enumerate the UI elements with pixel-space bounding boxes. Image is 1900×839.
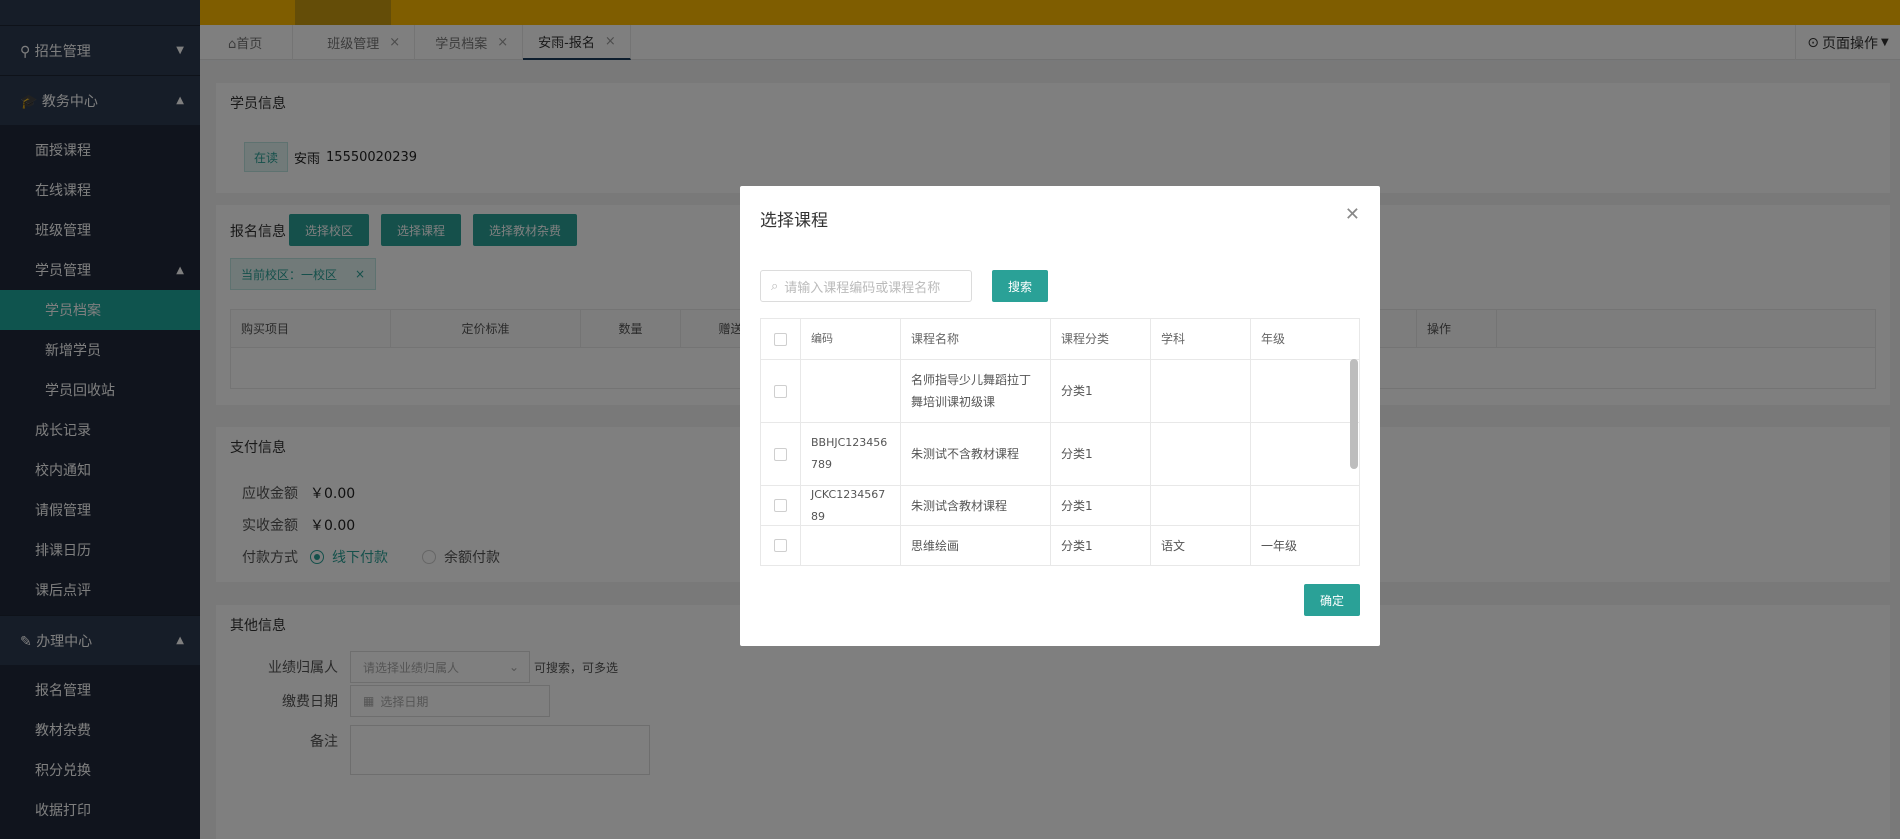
cell-subject [1151, 486, 1251, 525]
table-row[interactable]: 思维绘画 分类1 语文 一年级 [761, 526, 1359, 565]
course-search-input[interactable]: ⌕ 请输入课程编码或课程名称 [760, 270, 972, 302]
table-row[interactable]: 名师指导少儿舞蹈拉丁舞培训课初级课 分类1 [761, 360, 1359, 423]
close-icon[interactable]: ✕ [1345, 204, 1360, 225]
table-scrollbar[interactable] [1350, 359, 1358, 469]
cell-name: 朱测试含教材课程 [901, 486, 1051, 525]
select-course-modal: 选择课程 ✕ ⌕ 请输入课程编码或课程名称 搜索 编码 课程名称 课程分类 学科… [740, 186, 1380, 646]
confirm-button[interactable]: 确定 [1304, 584, 1360, 616]
table-header: 编码 [801, 319, 901, 359]
cell-name: 朱测试不含教材课程 [901, 423, 1051, 485]
search-placeholder: 请输入课程编码或课程名称 [784, 280, 941, 296]
table-header: 年级 [1261, 332, 1286, 346]
cell-category: 分类1 [1051, 486, 1151, 525]
table-header: 课程分类 [1051, 319, 1151, 359]
cell-code [801, 526, 901, 565]
cell-subject: 语文 [1151, 526, 1251, 565]
cell-category: 分类1 [1051, 360, 1151, 422]
cell-grade [1251, 423, 1351, 485]
row-checkbox[interactable] [774, 447, 787, 461]
cell-code: BBHJC123456789 [801, 423, 901, 485]
table-header-row: 编码 课程名称 课程分类 学科 年级 [761, 319, 1359, 360]
course-table: 编码 课程名称 课程分类 学科 年级 名师指导少儿舞蹈拉丁舞培训课初级课 分类1… [760, 318, 1360, 566]
cell-grade: 一年级 [1261, 538, 1298, 553]
row-checkbox[interactable] [774, 539, 787, 552]
modal-title: 选择课程 [760, 211, 828, 231]
cell-code [801, 360, 901, 422]
table-row[interactable]: JCKC123456789 朱测试含教材课程 分类1 [761, 486, 1359, 526]
search-button[interactable]: 搜索 [992, 270, 1048, 302]
row-checkbox[interactable] [774, 499, 787, 512]
table-header: 课程名称 [901, 319, 1051, 359]
cell-category: 分类1 [1051, 526, 1151, 565]
select-all-checkbox[interactable] [774, 332, 787, 346]
search-icon: ⌕ [771, 278, 779, 294]
cell-grade [1251, 486, 1351, 525]
cell-grade [1251, 360, 1351, 422]
cell-subject [1151, 360, 1251, 422]
row-checkbox[interactable] [774, 384, 787, 398]
cell-name: 思维绘画 [901, 526, 1051, 565]
cell-subject [1151, 423, 1251, 485]
cell-category: 分类1 [1051, 423, 1151, 485]
cell-code: JCKC123456789 [801, 486, 901, 525]
table-row[interactable]: BBHJC123456789 朱测试不含教材课程 分类1 [761, 423, 1359, 486]
cell-name: 名师指导少儿舞蹈拉丁舞培训课初级课 [901, 360, 1051, 422]
table-header: 学科 [1151, 319, 1251, 359]
